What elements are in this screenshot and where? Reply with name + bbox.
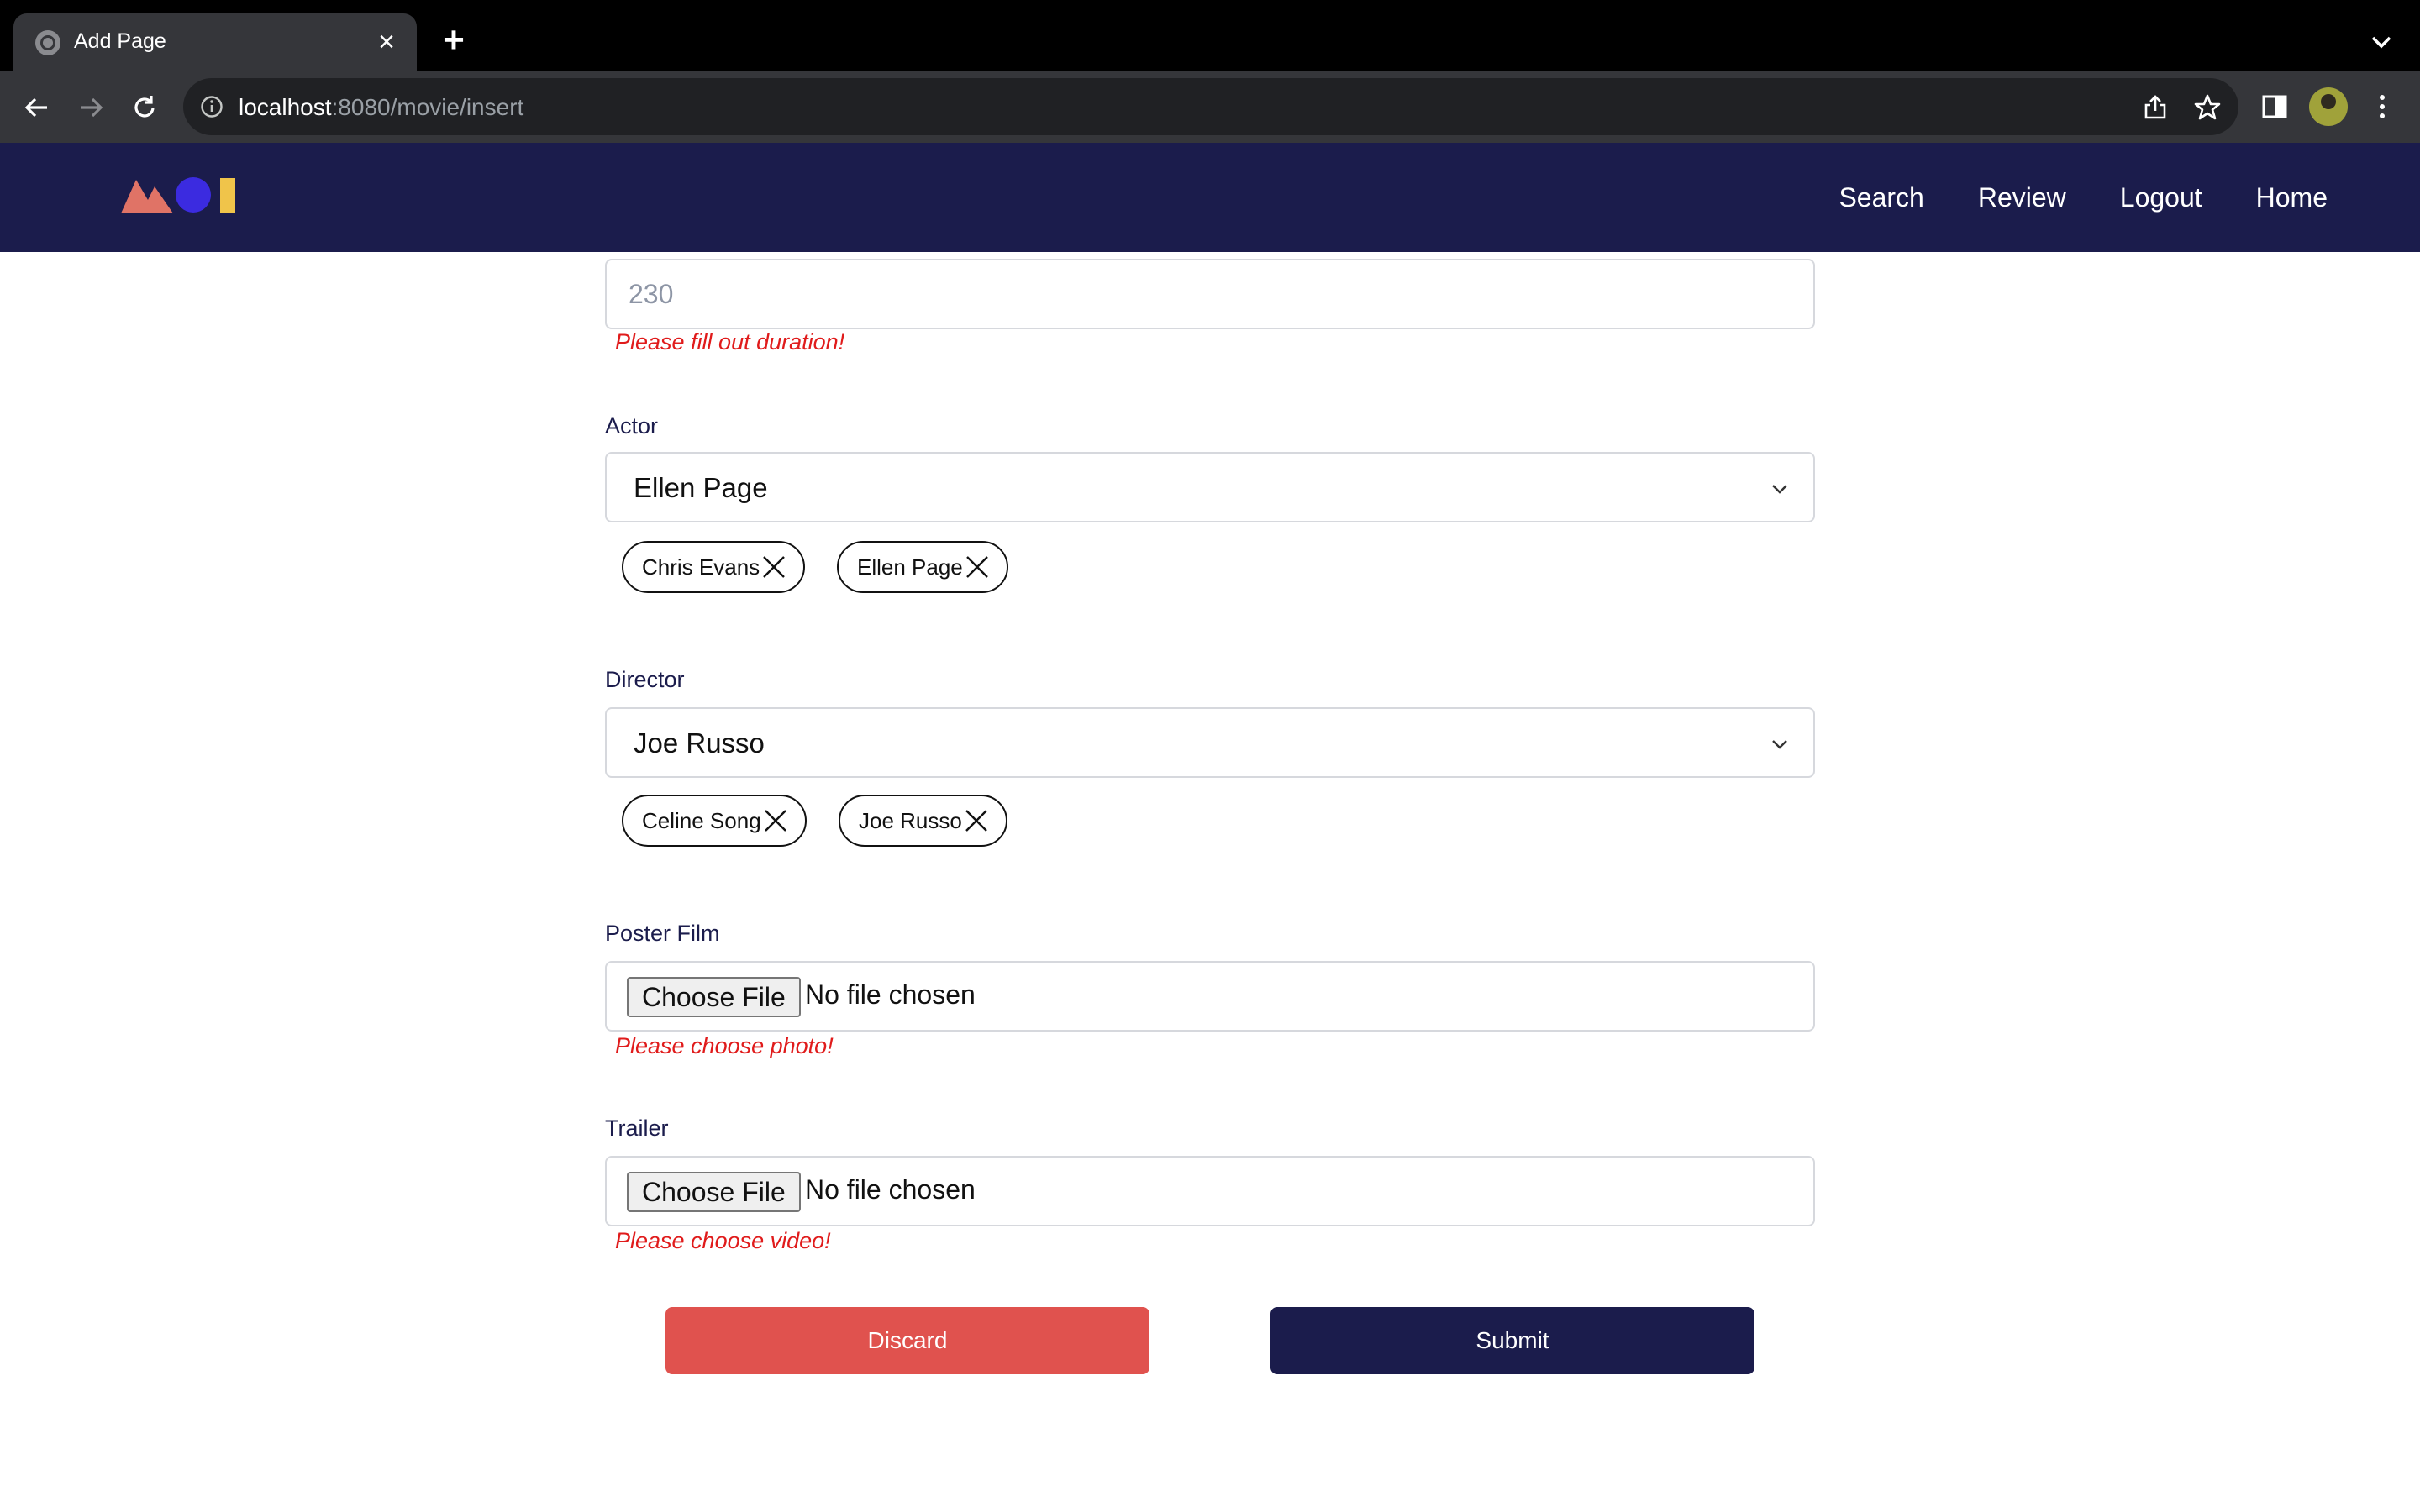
chevron-down-icon <box>1770 734 1790 754</box>
duration-error: Please fill out duration! <box>615 329 845 354</box>
url-text: localhost:8080/movie/insert <box>239 94 523 121</box>
discard-button[interactable]: Discard <box>666 1307 1150 1374</box>
poster-error: Please choose photo! <box>615 1033 834 1058</box>
browser-menu-icon[interactable] <box>2363 87 2402 126</box>
actor-chip: Ellen Page <box>837 541 1008 593</box>
poster-file-status: No file chosen <box>805 979 976 1010</box>
side-panel-icon[interactable] <box>2255 87 2294 126</box>
trailer-error: Please choose video! <box>615 1228 831 1253</box>
director-select[interactable]: Joe Russo <box>605 707 1815 778</box>
remove-chip-icon[interactable] <box>761 554 786 580</box>
trailer-choose-file-button[interactable]: Choose File <box>627 1172 801 1212</box>
chevron-down-icon <box>1770 479 1790 499</box>
nav-logout-link[interactable]: Logout <box>2120 182 2202 213</box>
app-logo-icon[interactable] <box>121 173 239 215</box>
director-selected-value: Joe Russo <box>634 727 765 759</box>
actor-chip: Chris Evans <box>622 541 806 593</box>
remove-chip-icon[interactable] <box>964 808 989 833</box>
profile-avatar[interactable] <box>2309 87 2348 126</box>
trailer-label: Trailer <box>605 1116 669 1141</box>
nav-review-link[interactable]: Review <box>1978 182 2066 213</box>
tab-title: Add Page <box>74 29 166 53</box>
chip-label: Ellen Page <box>857 554 963 580</box>
director-label: Director <box>605 667 685 692</box>
remove-chip-icon[interactable] <box>965 554 990 580</box>
address-bar[interactable]: localhost:8080/movie/insert <box>183 78 2238 135</box>
submit-button[interactable]: Submit <box>1270 1307 1754 1374</box>
globe-icon <box>35 30 60 55</box>
url-host: localhost <box>239 94 332 120</box>
tab-close-button[interactable]: × <box>370 25 403 59</box>
remove-chip-icon[interactable] <box>763 808 788 833</box>
browser-tab[interactable]: Add Page × <box>13 13 417 71</box>
chip-label: Chris Evans <box>642 554 760 580</box>
trailer-file-status: No file chosen <box>805 1174 976 1205</box>
nav-search-link[interactable]: Search <box>1839 182 1923 213</box>
director-chip: Celine Song <box>622 795 807 847</box>
app-header: Search Review Logout Home <box>0 143 2420 252</box>
duration-input[interactable] <box>605 259 1815 329</box>
browser-tab-bar: Add Page × + <box>0 0 2420 71</box>
actor-label: Actor <box>605 413 659 438</box>
poster-choose-file-button[interactable]: Choose File <box>627 977 801 1017</box>
director-chip: Joe Russo <box>839 795 1007 847</box>
nav-home-link[interactable]: Home <box>2256 182 2328 213</box>
add-movie-form: Please fill out duration! Actor Ellen Pa… <box>605 252 1815 1512</box>
chip-label: Celine Song <box>642 807 761 833</box>
browser-toolbar: localhost:8080/movie/insert <box>0 71 2420 143</box>
back-arrow-icon[interactable] <box>17 87 57 128</box>
share-icon[interactable] <box>2141 93 2170 122</box>
reload-icon[interactable] <box>124 87 165 128</box>
bookmark-star-icon[interactable] <box>2193 93 2222 122</box>
forward-arrow-icon[interactable] <box>71 87 111 128</box>
url-path: :8080/movie/insert <box>331 94 524 120</box>
chip-label: Joe Russo <box>859 807 962 833</box>
main-nav: Search Review Logout Home <box>1839 143 2328 252</box>
tab-search-chevron-icon[interactable] <box>2365 25 2398 59</box>
actor-select[interactable]: Ellen Page <box>605 452 1815 522</box>
trailer-file-input: Choose File No file chosen <box>605 1156 1815 1226</box>
poster-file-input: Choose File No file chosen <box>605 961 1815 1032</box>
new-tab-button[interactable]: + <box>437 22 471 59</box>
site-info-icon[interactable] <box>200 95 224 118</box>
actor-selected-value: Ellen Page <box>634 472 768 503</box>
poster-label: Poster Film <box>605 921 720 946</box>
